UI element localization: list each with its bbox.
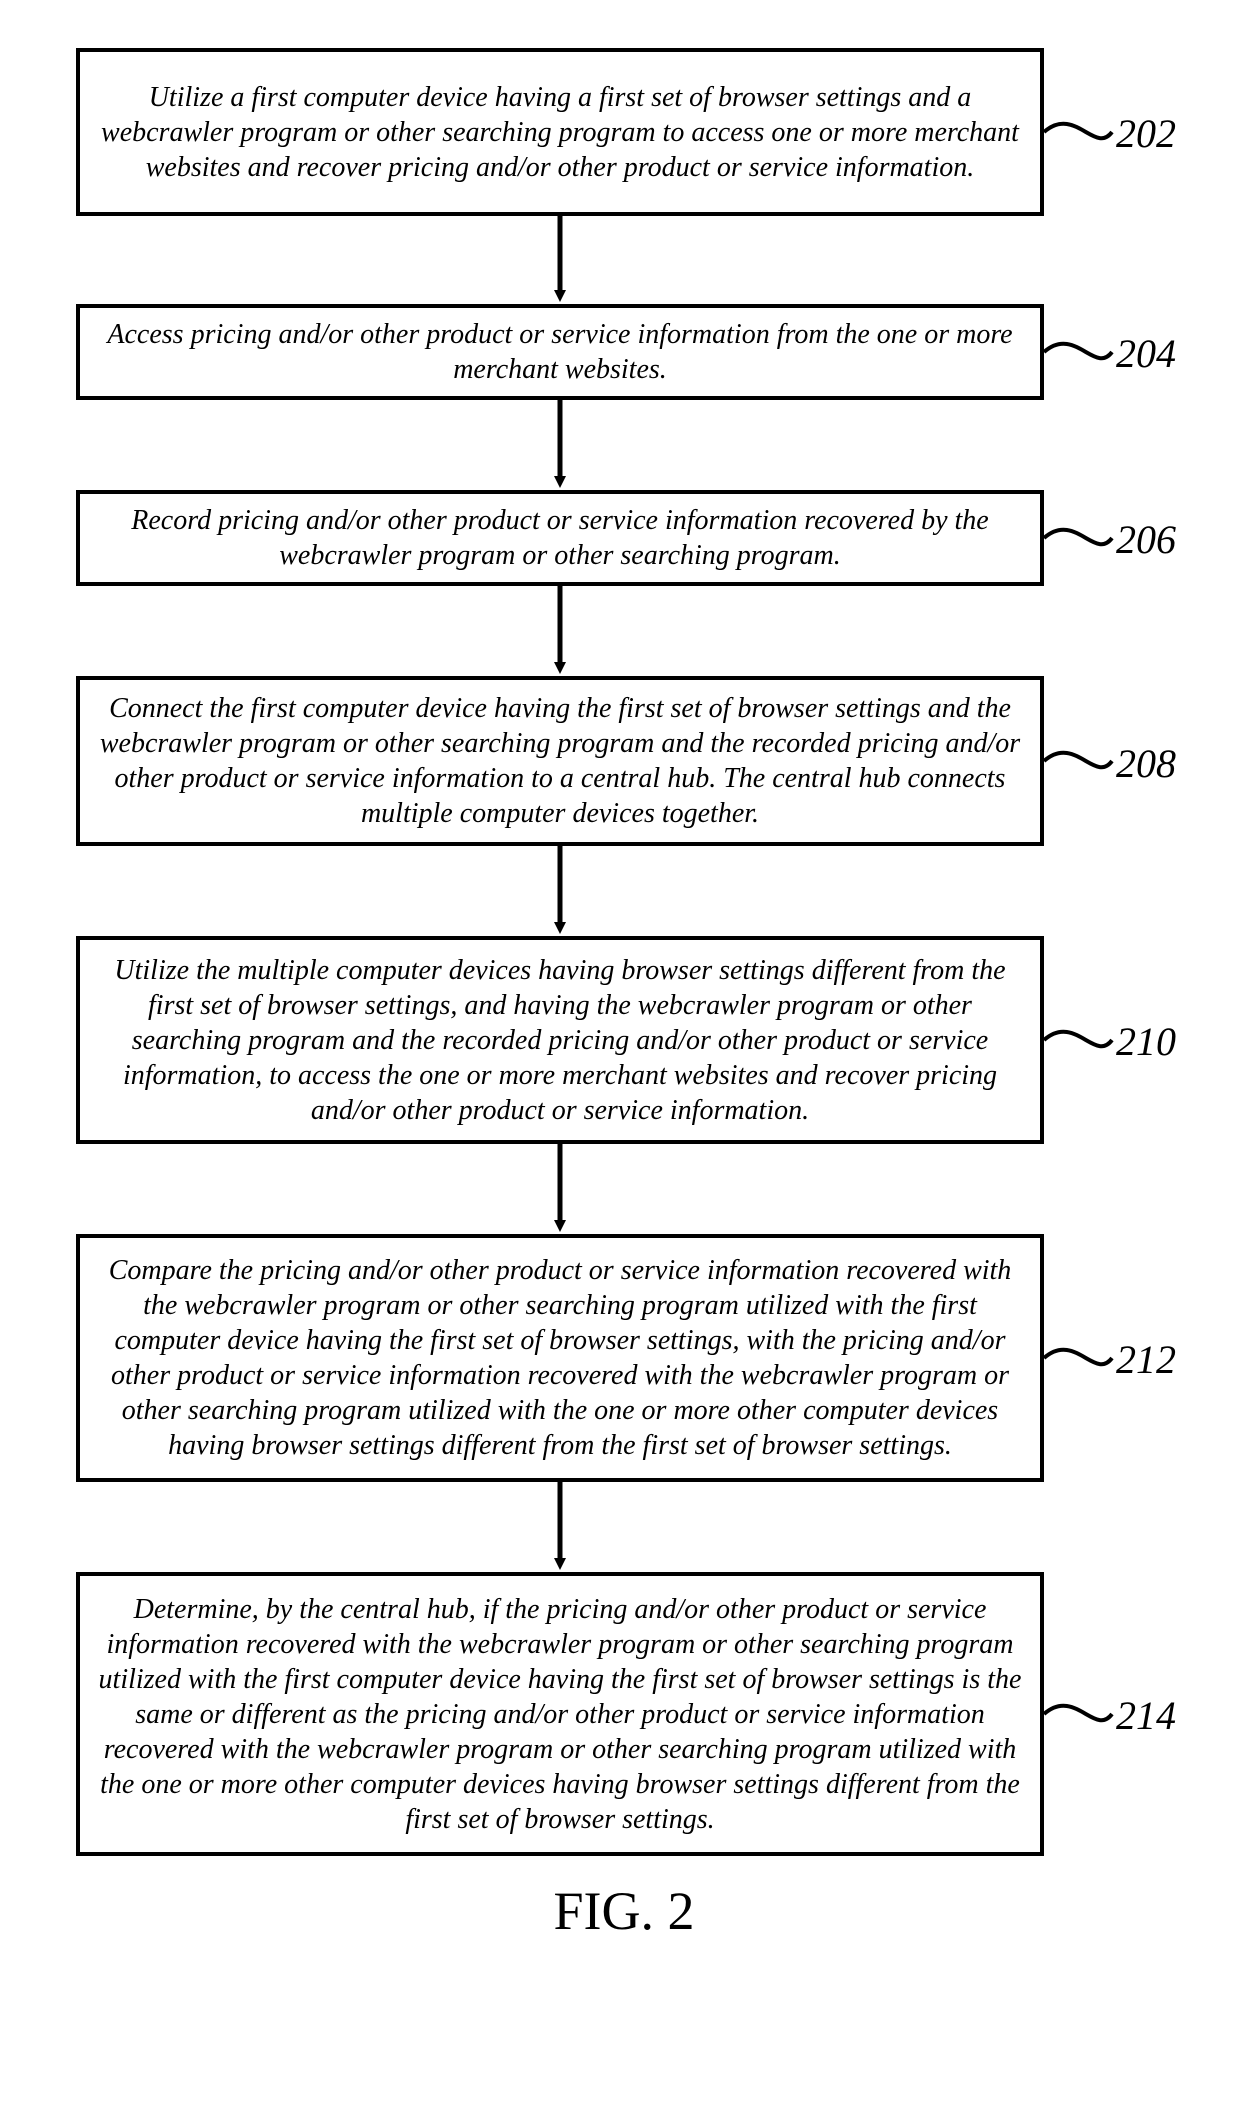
ref-label-206: 206 — [1116, 516, 1176, 563]
figure-title: FIG. 2 — [484, 1880, 764, 1942]
flow-step-text: Utilize a first computer device having a… — [98, 80, 1022, 185]
flow-step-202: Utilize a first computer device having a… — [76, 48, 1044, 216]
ref-label-214: 214 — [1116, 1692, 1176, 1739]
flow-step-text: Compare the pricing and/or other product… — [98, 1253, 1022, 1463]
flow-step-text: Record pricing and/or other product or s… — [98, 503, 1022, 573]
flow-step-214: Determine, by the central hub, if the pr… — [76, 1572, 1044, 1856]
flow-step-text: Utilize the multiple computer devices ha… — [98, 953, 1022, 1128]
flow-step-210: Utilize the multiple computer devices ha… — [76, 936, 1044, 1144]
flow-step-212: Compare the pricing and/or other product… — [76, 1234, 1044, 1482]
ref-label-208: 208 — [1116, 740, 1176, 787]
ref-label-210: 210 — [1116, 1018, 1176, 1065]
flow-step-208: Connect the first computer device having… — [76, 676, 1044, 846]
ref-label-212: 212 — [1116, 1336, 1176, 1383]
ref-label-204: 204 — [1116, 330, 1176, 377]
flow-step-204: Access pricing and/or other product or s… — [76, 304, 1044, 400]
ref-label-202: 202 — [1116, 110, 1176, 157]
flow-step-text: Access pricing and/or other product or s… — [98, 317, 1022, 387]
flow-step-text: Determine, by the central hub, if the pr… — [98, 1592, 1022, 1837]
flowchart-canvas: Utilize a first computer device having a… — [0, 0, 1240, 2108]
flow-step-text: Connect the first computer device having… — [98, 691, 1022, 831]
flow-step-206: Record pricing and/or other product or s… — [76, 490, 1044, 586]
